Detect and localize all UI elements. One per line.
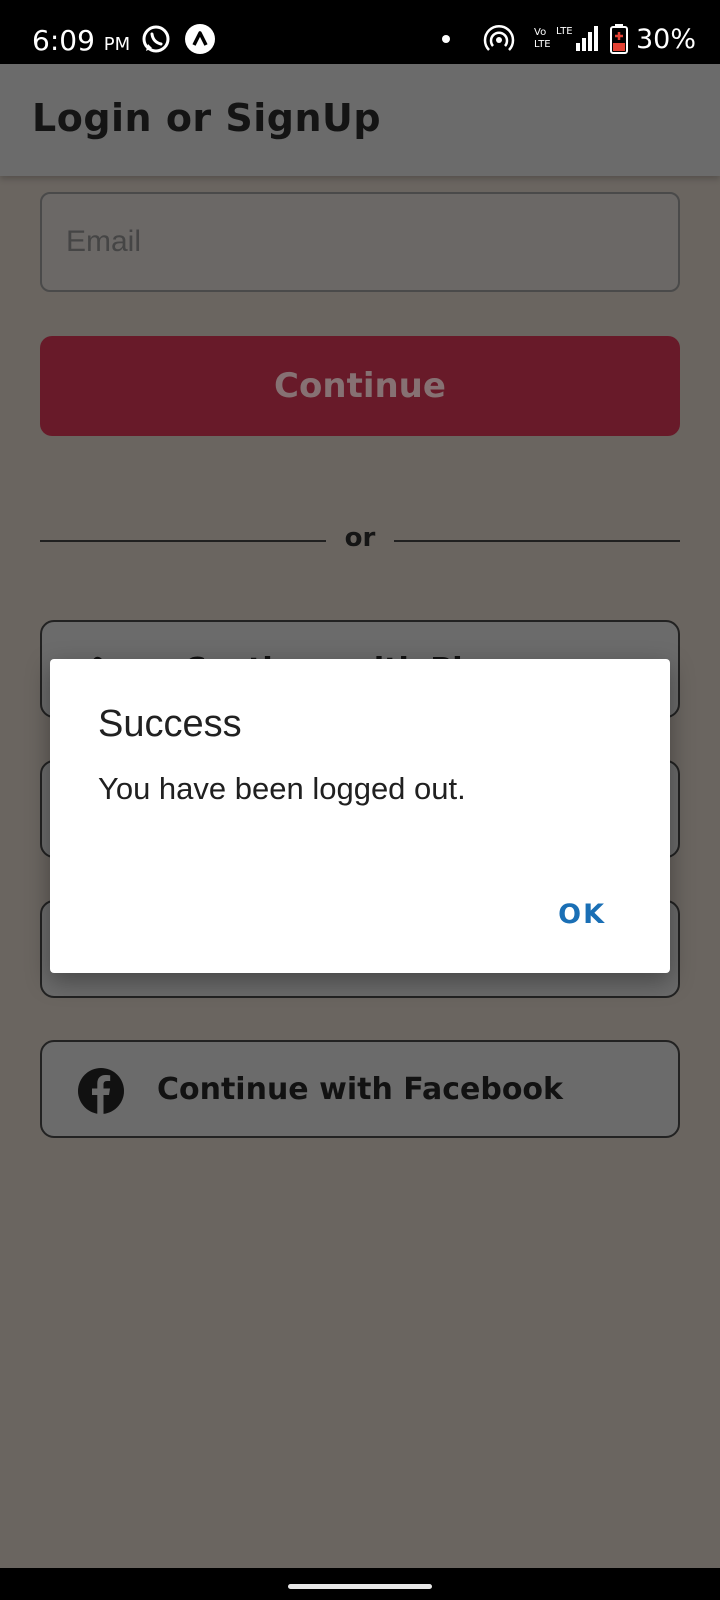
status-bar: 6:09 PM Vo LTE LTE 30% [0,0,720,64]
svg-text:LTE: LTE [534,39,551,50]
email-field[interactable] [40,192,680,292]
success-dialog: Success You have been logged out. OK [50,659,670,973]
divider-left [40,540,326,542]
whatsapp-icon [142,25,170,53]
email-input[interactable] [42,194,678,290]
svg-text:LTE: LTE [556,26,573,37]
app-icon [185,24,215,54]
divider-right [394,540,680,542]
divider-or: or [344,523,376,553]
continue-button[interactable]: Continue [40,336,680,436]
lte-signal-icon: Vo LTE LTE [534,26,598,51]
status-time: 6:09 PM [32,24,130,57]
svg-text:Vo: Vo [534,27,546,38]
continue-with-facebook-button[interactable]: Continue with Facebook [40,1040,680,1138]
status-time-ampm: PM [103,34,131,55]
battery-icon [610,24,628,54]
ok-button[interactable]: OK [558,899,606,930]
navigation-bar [0,1568,720,1600]
social-button-label: Continue with Facebook [156,1072,563,1107]
continue-button-label: Continue [274,366,446,406]
page-title: Login or SignUp [32,96,382,140]
dialog-title: Success [98,703,242,745]
dialog-message: You have been logged out. [98,771,466,806]
battery-percent: 30% [636,24,697,55]
hotspot-icon [483,24,515,51]
app-bar: Login or SignUp [0,64,720,176]
status-time-value: 6:09 [32,24,95,57]
dot-icon [442,35,450,43]
home-gesture-handle[interactable] [288,1584,432,1589]
